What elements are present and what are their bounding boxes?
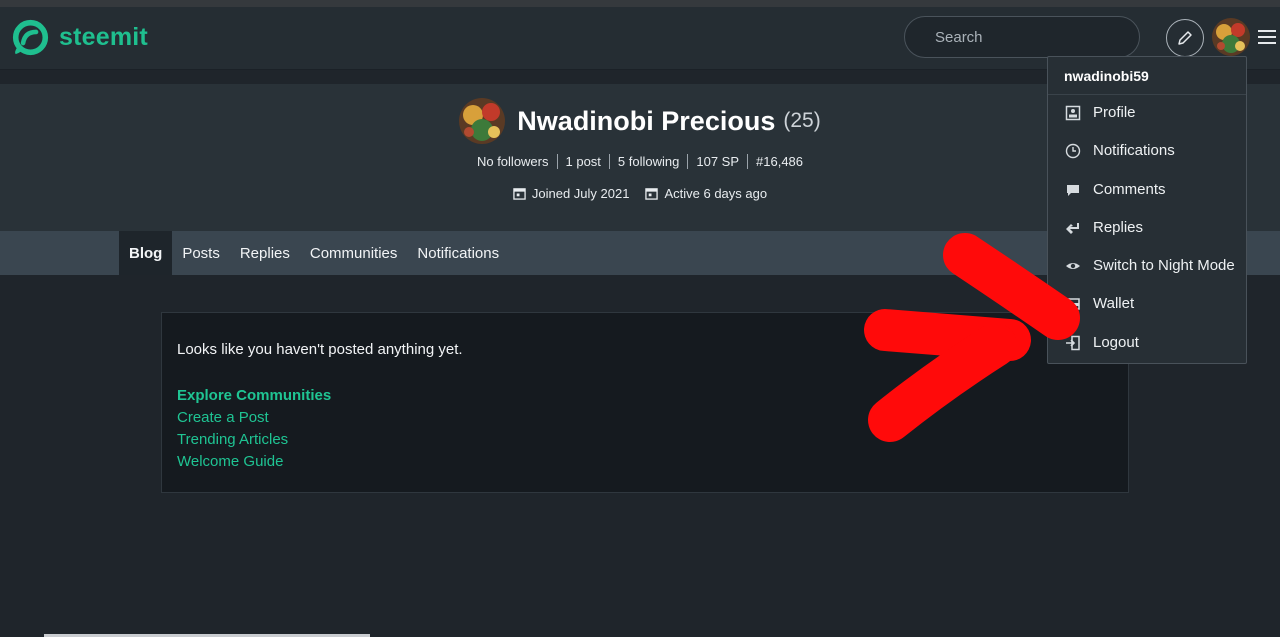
joined-date: Joined July 2021	[513, 186, 630, 201]
user-avatar-button[interactable]	[1212, 18, 1250, 56]
search-box[interactable]	[904, 16, 1140, 58]
tab-communities[interactable]: Communities	[300, 231, 408, 275]
search-input[interactable]	[935, 28, 1134, 46]
clock-icon	[1065, 143, 1081, 158]
profile-name: Nwadinobi Precious	[517, 105, 776, 136]
followers-count[interactable]: No followers	[469, 154, 557, 169]
tab-replies[interactable]: Replies	[230, 231, 300, 275]
create-post-link[interactable]: Create a Post	[177, 409, 331, 426]
profile-icon	[1065, 105, 1081, 120]
steemit-logo[interactable]: steemit	[12, 19, 148, 56]
active-date: Active 6 days ago	[645, 186, 767, 201]
profile-avatar-image	[459, 98, 506, 144]
hamburger-menu-icon[interactable]	[1256, 27, 1278, 47]
comment-icon	[1067, 184, 1079, 196]
tab-notifications[interactable]: Notifications	[407, 231, 509, 275]
post-count: 1 post	[556, 154, 609, 169]
joined-text: Joined July 2021	[531, 186, 630, 201]
profile-avatar[interactable]	[459, 98, 506, 144]
blog-empty-card: Looks like you haven't posted anything y…	[161, 312, 1129, 493]
user-dropdown-menu: nwadinobi59 Profile Notifications Commen…	[1047, 56, 1247, 364]
calendar-icon	[645, 188, 659, 200]
following-count[interactable]: 5 following	[608, 154, 687, 169]
menu-label-comments: Comments	[1093, 181, 1166, 198]
rank: #16,486	[747, 154, 811, 169]
wallet-icon	[1066, 297, 1080, 310]
window-top-strip	[0, 0, 1280, 7]
pencil-icon	[1178, 31, 1192, 45]
steem-power: 107 SP	[687, 154, 747, 169]
menu-label-wallet: Wallet	[1093, 295, 1135, 312]
menu-item-replies[interactable]: Replies	[1065, 219, 1143, 236]
eye-icon	[1066, 262, 1080, 269]
menu-label-notifications: Notifications	[1093, 142, 1175, 159]
logo-text: steemit	[59, 23, 148, 51]
logout-icon	[1066, 335, 1080, 350]
suggestion-links: Explore Communities Create a Post Trendi…	[177, 387, 331, 470]
welcome-guide-link[interactable]: Welcome Guide	[177, 453, 331, 470]
tab-blog[interactable]: Blog	[119, 231, 173, 275]
explore-communities-link[interactable]: Explore Communities	[177, 387, 331, 404]
menu-label-profile: Profile	[1093, 104, 1136, 121]
menu-item-night-mode[interactable]: Switch to Night Mode	[1065, 257, 1235, 274]
reply-icon	[1066, 222, 1079, 234]
trending-articles-link[interactable]: Trending Articles	[177, 431, 331, 448]
submit-story-button[interactable]	[1166, 19, 1204, 57]
steemit-logo-icon	[12, 19, 49, 56]
calendar-icon	[513, 188, 526, 200]
menu-item-logout[interactable]: Logout	[1065, 334, 1139, 351]
dropdown-username[interactable]: nwadinobi59	[1064, 68, 1149, 84]
menu-label-night-mode: Switch to Night Mode	[1093, 257, 1235, 274]
menu-item-wallet[interactable]: Wallet	[1065, 295, 1134, 312]
menu-item-comments[interactable]: Comments	[1065, 181, 1166, 198]
menu-label-replies: Replies	[1093, 219, 1144, 236]
active-text: Active 6 days ago	[664, 186, 768, 201]
menu-item-notifications[interactable]: Notifications	[1065, 142, 1175, 159]
menu-label-logout: Logout	[1093, 334, 1139, 351]
empty-message: Looks like you haven't posted anything y…	[177, 341, 463, 358]
dropdown-divider	[1048, 94, 1246, 95]
avatar-image	[1212, 18, 1250, 56]
menu-item-profile[interactable]: Profile	[1065, 104, 1136, 121]
reputation-score: (25)	[783, 109, 821, 132]
tab-posts[interactable]: Posts	[172, 231, 230, 275]
